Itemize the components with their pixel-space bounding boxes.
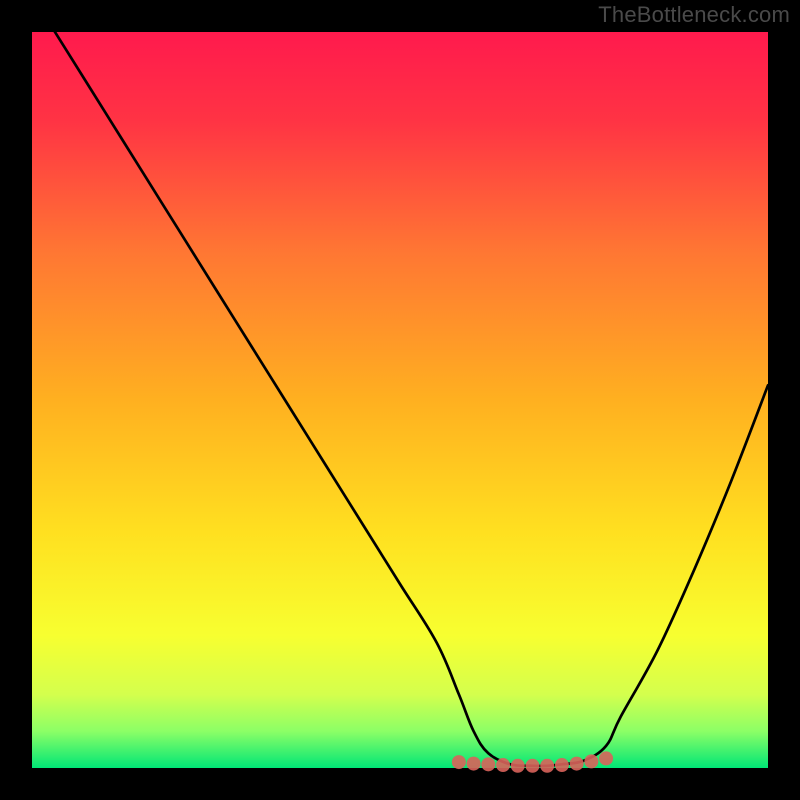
bottleneck-chart: TheBottleneck.com <box>0 0 800 800</box>
optimal-marker <box>584 754 598 768</box>
chart-canvas <box>0 0 800 800</box>
optimal-marker <box>525 759 539 773</box>
optimal-marker <box>555 758 569 772</box>
optimal-marker <box>481 757 495 771</box>
watermark-text: TheBottleneck.com <box>598 2 790 28</box>
optimal-marker <box>570 757 584 771</box>
optimal-marker <box>452 755 466 769</box>
optimal-marker <box>540 759 554 773</box>
optimal-marker <box>599 751 613 765</box>
optimal-marker <box>467 757 481 771</box>
optimal-marker <box>496 758 510 772</box>
optimal-marker <box>511 759 525 773</box>
plot-gradient-area <box>32 32 768 768</box>
